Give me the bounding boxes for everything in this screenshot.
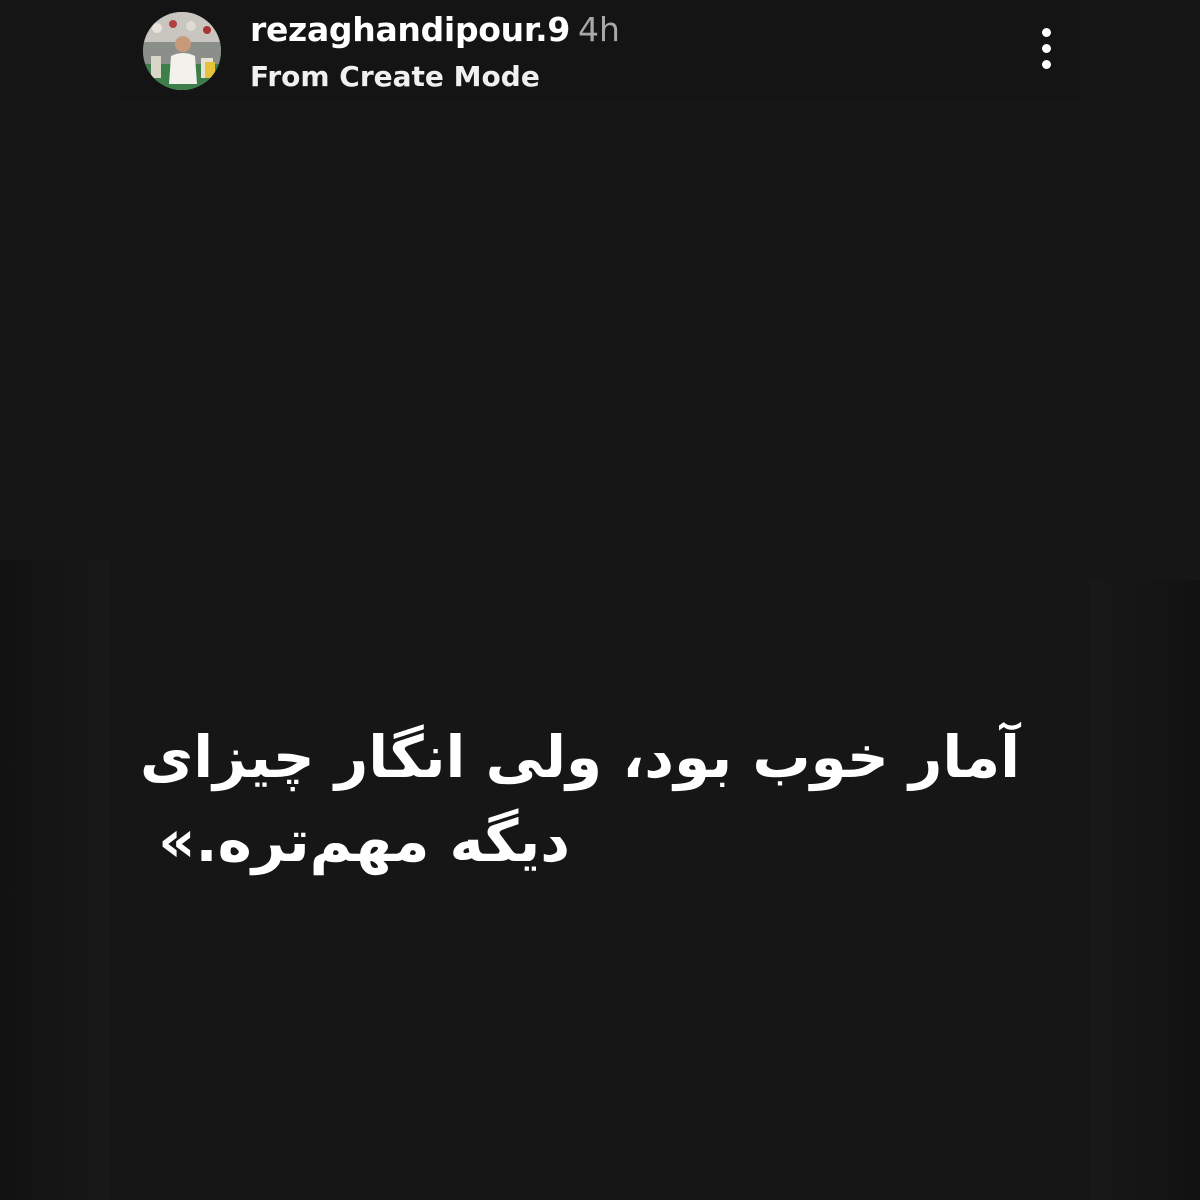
more-options-button[interactable] [1028, 25, 1066, 73]
story-canvas[interactable]: rezaghandipour.9 4h From Create Mode آما… [0, 0, 1200, 1200]
right-shadow [1090, 580, 1200, 1200]
left-shadow [0, 560, 110, 1200]
create-mode-label[interactable]: From Create Mode [250, 60, 540, 93]
avatar-photo-icon [143, 12, 221, 90]
caption-line: دیگه مهم‌تره.» [158, 807, 570, 875]
story-caption: آمار خوب بود، ولی انگار چیزای دیگه مهم‌ت… [140, 715, 1020, 883]
avatar[interactable] [143, 12, 221, 90]
caption-line: آمار خوب بود، ولی انگار چیزای [140, 723, 1020, 791]
timestamp: 4h [578, 10, 620, 49]
username[interactable]: rezaghandipour.9 [250, 10, 570, 49]
